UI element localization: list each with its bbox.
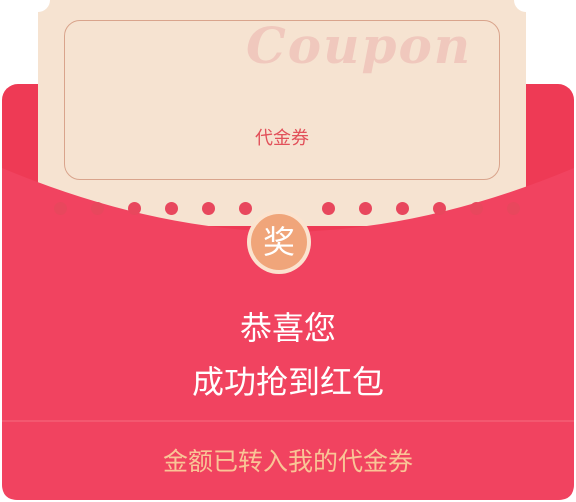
footer-message[interactable]: 金额已转入我的代金券: [0, 442, 576, 478]
footer-divider: [2, 420, 574, 422]
award-badge-icon[interactable]: 奖: [247, 210, 311, 274]
headline-line-2: 成功抢到红包: [191, 363, 384, 401]
headline-line-1: 恭喜您: [239, 309, 336, 347]
award-badge-label: 奖: [251, 214, 307, 270]
